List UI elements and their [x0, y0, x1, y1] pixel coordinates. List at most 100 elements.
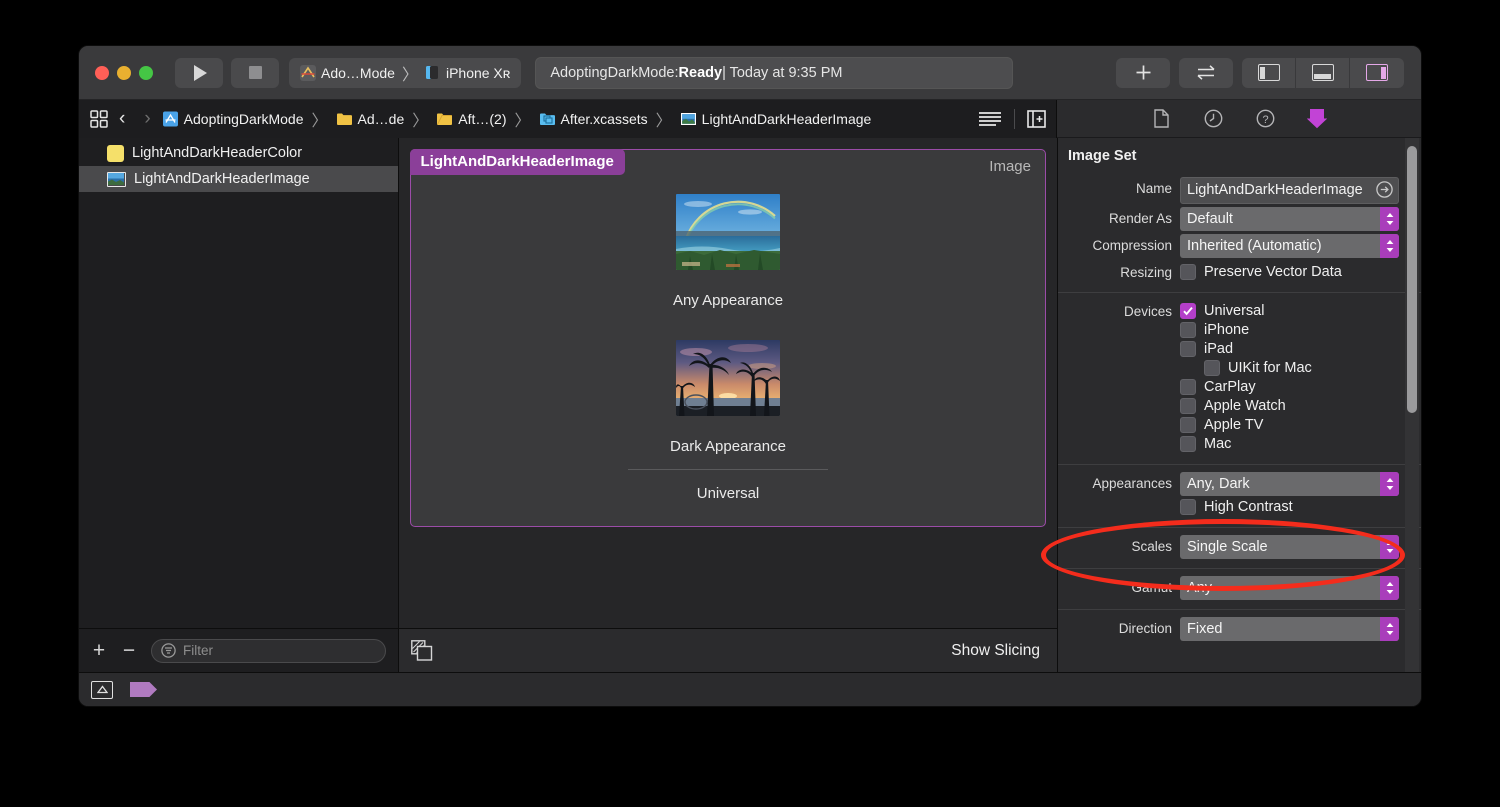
toggle-inspector-button[interactable] [1350, 58, 1404, 88]
gamut-value: Any [1187, 580, 1212, 597]
slicing-icon[interactable] [411, 640, 433, 661]
device-apple-tv-checkbox[interactable] [1180, 417, 1196, 434]
device-uikit-for-mac-row[interactable]: UIKit for Mac [1180, 360, 1399, 377]
navigate-forward-button[interactable]: › [136, 108, 158, 130]
asset-editor: LightAndDarkHeaderImage Image Any Appear… [399, 138, 1057, 672]
add-editor-icon[interactable] [1027, 110, 1046, 128]
name-field[interactable]: LightAndDarkHeaderImage [1180, 177, 1399, 205]
direction-select[interactable]: Fixed [1180, 617, 1399, 642]
render-as-row: Render As Default [1064, 207, 1399, 232]
device-apple-tv-row[interactable]: Apple TV [1180, 417, 1399, 434]
svg-text:?: ? [1262, 114, 1268, 126]
breadcrumb-item-xcassets[interactable]: After.xcassets [539, 111, 648, 127]
list-item[interactable]: LightAndDarkHeaderColor [79, 140, 398, 166]
chevron-updown-icon[interactable] [1380, 234, 1399, 259]
xcode-project-icon [162, 111, 178, 127]
direction-row: Direction Fixed [1064, 617, 1399, 642]
stop-icon [248, 66, 262, 79]
device-uikit-for-mac-checkbox[interactable] [1204, 360, 1220, 377]
breadcrumb-label: AdoptingDarkMode [183, 111, 304, 127]
run-button[interactable] [175, 57, 223, 88]
breadcrumb-item-project[interactable]: AdoptingDarkMode [162, 111, 304, 127]
chevron-updown-icon[interactable] [1380, 535, 1399, 560]
device-mac-checkbox[interactable] [1180, 436, 1196, 453]
toggle-debug-area-button[interactable] [1296, 57, 1350, 88]
editor-footer: Show Slicing [399, 628, 1057, 672]
card-title: LightAndDarkHeaderImage [409, 148, 625, 175]
inspector-tab-quick-help[interactable]: ? [1254, 108, 1276, 130]
add-asset-button[interactable]: + [91, 640, 107, 661]
device-apple-watch-checkbox[interactable] [1180, 398, 1196, 415]
appearances-select[interactable]: Any, Dark [1180, 472, 1399, 497]
devices-row: Devices Universal iPhone iPad UIKit for … [1064, 300, 1399, 455]
device-ipad-row[interactable]: iPad [1180, 341, 1399, 358]
purple-tag-icon[interactable] [130, 682, 157, 697]
device-iphone-row[interactable]: iPhone [1180, 322, 1399, 339]
device-universal-row[interactable]: Universal [1180, 303, 1399, 320]
stop-button[interactable] [231, 57, 279, 88]
gamut-select[interactable]: Any [1180, 576, 1399, 601]
window-body: LightAndDarkHeaderColor LightAndDarkHead… [79, 138, 1421, 672]
compression-select[interactable]: Inherited (Automatic) [1180, 234, 1399, 259]
navigate-back-button[interactable]: ‹ [111, 108, 133, 130]
device-ipad-checkbox[interactable] [1180, 341, 1196, 358]
chevron-updown-icon[interactable] [1380, 472, 1399, 497]
breadcrumb-item-group-2[interactable]: Aft…(2) [436, 111, 506, 127]
filter-input[interactable]: Filter [151, 638, 386, 663]
device-mac-row[interactable]: Mac [1180, 436, 1399, 453]
remove-asset-button[interactable]: − [121, 640, 137, 661]
image-set-card[interactable]: LightAndDarkHeaderImage Image Any Appear… [409, 148, 1046, 527]
toggle-navigator-button[interactable] [1242, 57, 1296, 88]
related-items-icon[interactable] [90, 110, 108, 128]
minimize-window-button[interactable] [117, 65, 131, 80]
right-panel-icon [1366, 64, 1388, 81]
bottom-panel-icon [1311, 64, 1334, 81]
show-debug-area-button[interactable] [91, 680, 113, 699]
zoom-window-button[interactable] [139, 65, 153, 80]
inspector-tab-file[interactable] [1150, 108, 1172, 130]
inspector-devices-section: Devices Universal iPhone iPad UIKit for … [1058, 293, 1421, 466]
editor-canvas: LightAndDarkHeaderImage Image Any Appear… [399, 138, 1057, 628]
compression-row: Compression Inherited (Automatic) [1064, 234, 1399, 259]
device-carplay-row[interactable]: CarPlay [1180, 379, 1399, 396]
device-universal-checkbox[interactable] [1180, 303, 1196, 320]
list-item[interactable]: LightAndDarkHeaderImage [79, 166, 398, 192]
devices-label: Devices [1123, 304, 1172, 320]
plus-icon [1136, 65, 1150, 80]
reveal-arrow-icon[interactable] [1376, 181, 1393, 198]
device-apple-watch-row[interactable]: Apple Watch [1180, 398, 1399, 415]
scales-select[interactable]: Single Scale [1180, 535, 1399, 560]
inspector-tab-history[interactable] [1202, 108, 1224, 130]
direction-label: Direction [1118, 621, 1172, 637]
add-button[interactable] [1116, 57, 1170, 88]
breadcrumb-item-group-1[interactable]: Ad…de [336, 111, 404, 127]
preserve-vector-data-checkbox[interactable] [1180, 264, 1196, 281]
device-iphone-checkbox[interactable] [1180, 322, 1196, 339]
scheme-separator: 〉 [401, 66, 418, 84]
screenshot-stage: Ado…Mode 〉 iPhone Xʀ AdoptingDarkMode: R… [0, 0, 1500, 807]
high-contrast-row[interactable]: High Contrast [1180, 499, 1399, 516]
device-label: iPhone [1204, 322, 1250, 339]
inspector-section-title: Image Set [1068, 148, 1137, 164]
chevron-updown-icon[interactable] [1380, 576, 1399, 601]
list-view-icon[interactable] [978, 111, 1002, 127]
device-carplay-checkbox[interactable] [1180, 379, 1196, 396]
breadcrumb-item-imageset[interactable]: LightAndDarkHeaderImage [680, 111, 871, 127]
appearances-row: Appearances Any, Dark High Contrast [1064, 472, 1399, 518]
swap-editor-button[interactable] [1179, 57, 1233, 88]
render-as-value: Default [1187, 211, 1233, 228]
close-window-button[interactable] [95, 65, 109, 80]
show-slicing-button[interactable]: Show Slicing [951, 642, 1040, 660]
swap-arrows-icon [1197, 65, 1215, 80]
chevron-updown-icon[interactable] [1380, 617, 1399, 642]
inspector-tab-attributes[interactable] [1306, 108, 1328, 130]
inspector-scrollbar[interactable] [1407, 146, 1417, 413]
preserve-vector-data-checkbox-row[interactable]: Preserve Vector Data [1180, 264, 1399, 281]
chevron-updown-icon[interactable] [1380, 207, 1399, 232]
appearance-slot-any[interactable]: Any Appearance [673, 194, 783, 309]
direction-value: Fixed [1187, 621, 1223, 638]
render-as-select[interactable]: Default [1180, 207, 1399, 232]
scheme-destination-selector[interactable]: Ado…Mode 〉 iPhone Xʀ [289, 57, 522, 88]
appearance-slot-dark[interactable]: Dark Appearance [670, 340, 786, 455]
high-contrast-checkbox[interactable] [1180, 499, 1196, 516]
